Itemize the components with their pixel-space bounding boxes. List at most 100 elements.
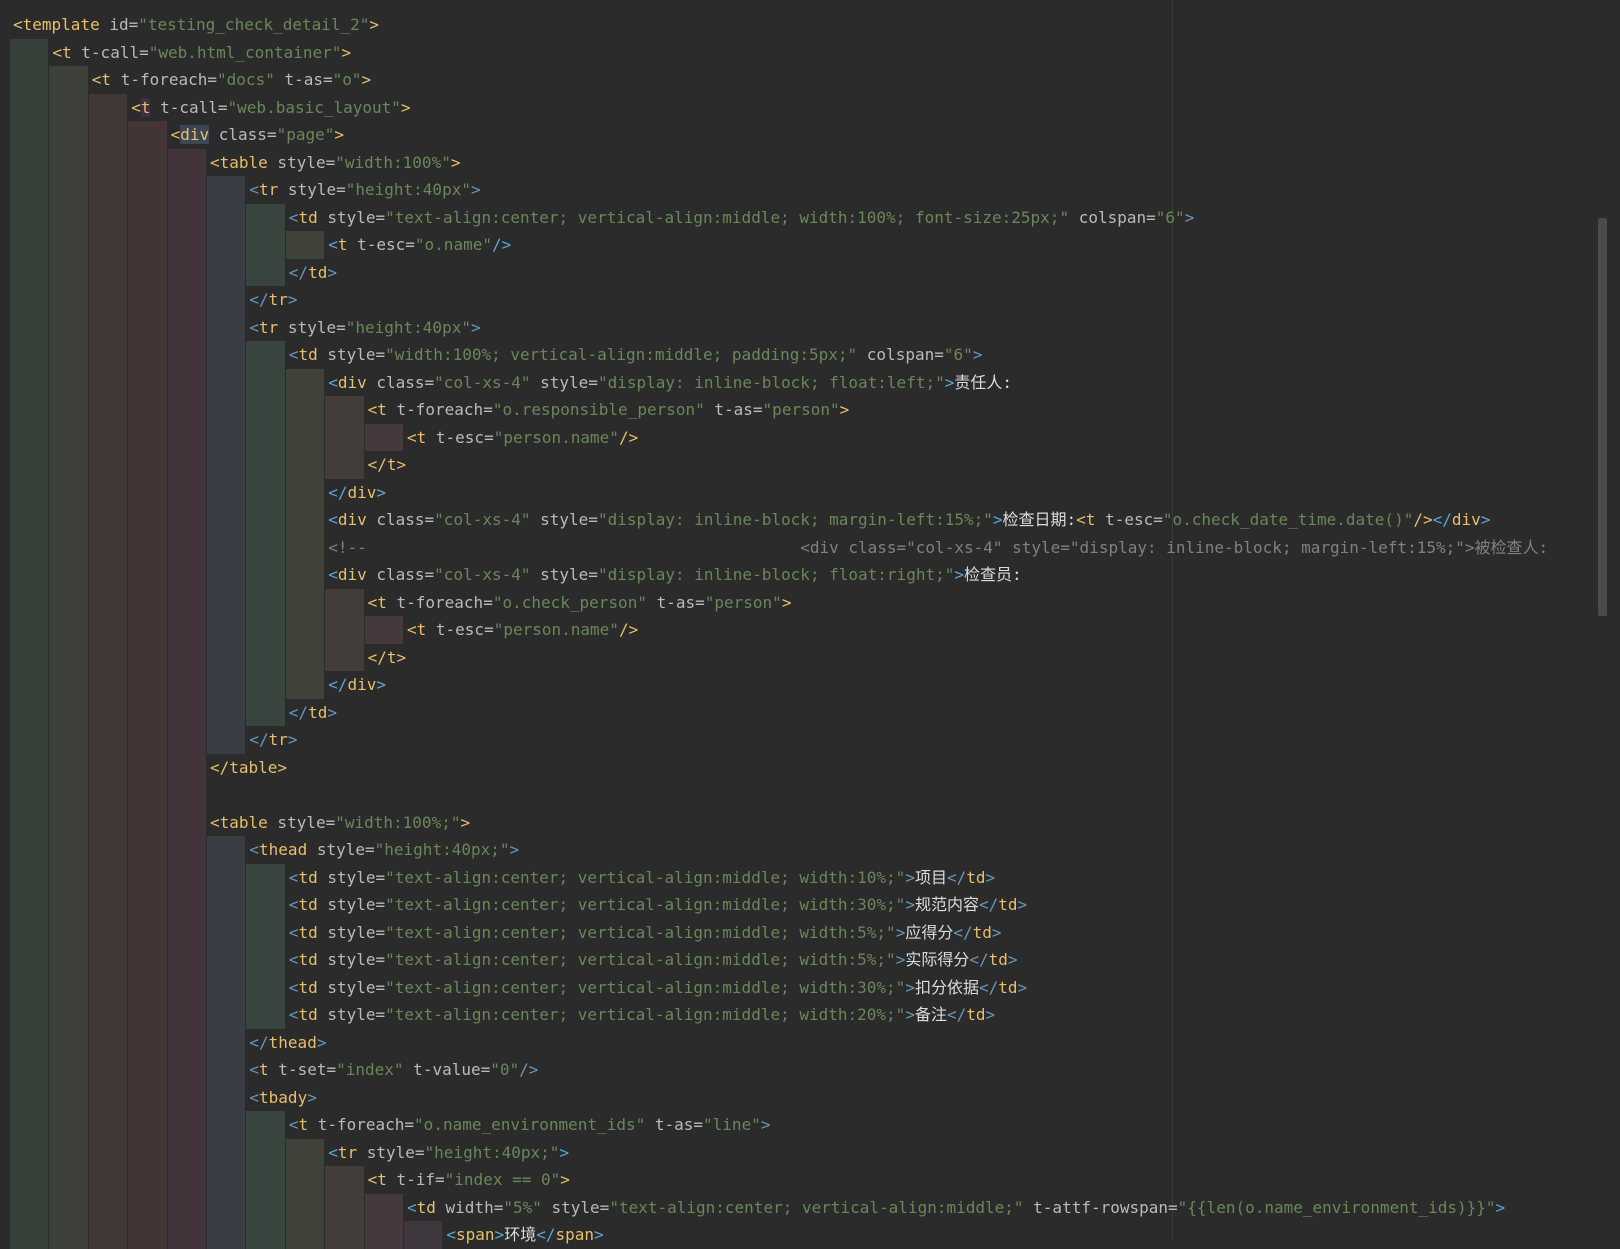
code-token: "text-align:center; vertical-align:middl…	[385, 950, 896, 969]
code-line[interactable]: <table style="width:100%;">	[210, 809, 470, 837]
code-token: <	[446, 1225, 457, 1244]
code-line[interactable]: <tr style="height:40px;">	[328, 1139, 569, 1167]
code-token: >	[1184, 207, 1195, 227]
code-line[interactable]: </tr>	[249, 726, 297, 754]
code-line[interactable]: <div class="col-xs-4" style="display: in…	[328, 561, 1021, 589]
code-line[interactable]: <t t-foreach="o.responsible_person" t-as…	[368, 396, 850, 424]
code-line[interactable]: </tr>	[249, 286, 297, 314]
code-line[interactable]: <tr style="height:40px">	[249, 176, 480, 204]
code-token: style=	[530, 510, 598, 529]
code-token: "display: inline-block; float:left;"	[597, 372, 945, 392]
code-token: >	[334, 125, 345, 144]
code-line[interactable]: <t t-set="index" t-value="0"/>	[249, 1056, 538, 1084]
code-token: <	[288, 345, 299, 364]
indent-guide	[285, 368, 325, 699]
code-line[interactable]: <td style="text-align:center; vertical-a…	[289, 919, 1002, 947]
code-line[interactable]: <template id="testing_check_detail_2">	[13, 11, 379, 39]
vertical-scrollbar[interactable]	[1600, 0, 1620, 1239]
code-line[interactable]: <td style="text-align:center; vertical-a…	[289, 1001, 995, 1029]
code-token: style=	[317, 1005, 386, 1024]
indent-guide	[285, 231, 325, 259]
code-token: "o.name_environment_ids"	[414, 1115, 646, 1134]
indent-guide	[246, 341, 285, 726]
code-line[interactable]: </div>	[328, 671, 386, 699]
code-token: "o.check_person"	[492, 592, 647, 612]
code-token: >	[972, 345, 983, 364]
code-line[interactable]: <t t-esc="person.name"/>	[407, 424, 638, 452]
code-token: </	[969, 950, 989, 969]
code-token: style=	[267, 812, 336, 832]
code-line[interactable]: </td>	[289, 699, 337, 727]
code-line[interactable]: <span>环境</span>	[446, 1221, 603, 1249]
code-token: "text-align:center; vertical-align:middl…	[385, 207, 1070, 227]
code-token: />	[491, 235, 512, 254]
code-line[interactable]: <t t-esc="person.name"/>	[407, 616, 638, 644]
code-token: "text-align:center; vertical-align:middl…	[385, 977, 906, 997]
code-token: >	[1007, 950, 1018, 969]
code-token: </	[328, 482, 348, 502]
code-line[interactable]: <t t-foreach="docs" t-as="o">	[92, 66, 371, 94]
code-token: </	[946, 1005, 967, 1024]
code-token: <t	[91, 70, 112, 89]
code-token: <t	[52, 42, 72, 62]
code-line[interactable]: </table>	[210, 754, 287, 782]
code-line[interactable]: <t t-foreach="o.name_environment_ids" t-…	[289, 1111, 771, 1139]
code-token: >	[369, 15, 380, 34]
code-line[interactable]: <div class="col-xs-4" style="display: in…	[328, 506, 1490, 534]
code-line[interactable]: <t t-call="web.basic_layout">	[131, 94, 411, 122]
code-line[interactable]: <div class="col-xs-4" style="display: in…	[328, 369, 1012, 397]
code-token: 责任人:	[954, 372, 1012, 392]
code-token: td	[966, 1005, 986, 1024]
code-line[interactable]: <td style="text-align:center; vertical-a…	[289, 974, 1027, 1002]
indent-guide	[10, 38, 49, 1249]
code-line[interactable]: <t t-call="web.html_container">	[52, 39, 351, 67]
code-line[interactable]: <div class="page">	[171, 121, 344, 149]
code-token: style=	[278, 180, 346, 199]
code-line[interactable]: <tbady>	[249, 1084, 316, 1112]
scrollbar-thumb[interactable]	[1598, 218, 1607, 616]
code-token: "height:40px;"	[374, 840, 510, 859]
code-line[interactable]: <t t-foreach="o.check_person" t-as="pers…	[368, 589, 792, 617]
code-token: "text-align:center; vertical-align:middl…	[609, 1197, 1024, 1217]
code-line[interactable]: <table style="width:100%">	[210, 149, 460, 177]
code-line[interactable]: <t t-if="index == 0">	[368, 1166, 570, 1194]
code-token: >	[985, 1005, 996, 1024]
code-line[interactable]: </td>	[289, 259, 337, 287]
indent-guide	[364, 1193, 403, 1249]
code-token: class=	[366, 565, 435, 584]
code-token: t-if=	[386, 1170, 445, 1189]
code-line[interactable]: <td style="width:100%; vertical-align:mi…	[289, 341, 983, 369]
code-token: "o.responsible_person"	[492, 400, 705, 419]
code-line[interactable]: <t t-esc="o.name"/>	[328, 231, 511, 259]
code-editor[interactable]: <template id="testing_check_detail_2"> <t…	[0, 0, 1600, 1249]
code-token: div	[337, 510, 367, 529]
code-line[interactable]: <td style="text-align:center; vertical-a…	[289, 204, 1195, 232]
code-line[interactable]: <tr style="height:40px">	[249, 314, 480, 342]
code-line[interactable]: </t>	[368, 451, 407, 479]
code-token: td	[308, 702, 328, 722]
code-token: />	[618, 427, 639, 447]
indent-guide	[325, 396, 364, 479]
code-token: >	[905, 895, 915, 914]
code-line[interactable]: </t>	[368, 644, 407, 672]
code-token: "person"	[762, 400, 840, 419]
code-line[interactable]: <!-- <div class="col-xs-4" style="displa…	[328, 534, 1548, 562]
code-token: </	[978, 895, 999, 914]
code-line[interactable]: <td style="text-align:center; vertical-a…	[289, 891, 1027, 919]
code-line[interactable]: <td style="text-align:center; vertical-a…	[289, 946, 1018, 974]
code-token: <	[328, 1142, 338, 1162]
code-token: td	[966, 867, 986, 887]
code-line[interactable]: <td style="text-align:center; vertical-a…	[289, 864, 995, 892]
code-line[interactable]: <td width="5%" style="text-align:center;…	[407, 1194, 1505, 1222]
code-token: "person"	[704, 592, 782, 612]
code-token: >	[287, 730, 298, 749]
code-token: t-call=	[150, 97, 228, 117]
code-line[interactable]: <thead style="height:40px;">	[249, 836, 519, 864]
code-token: "width:100%"	[335, 152, 451, 172]
code-token: "page"	[276, 125, 335, 144]
code-line[interactable]: </div>	[328, 479, 386, 507]
code-token: tr	[337, 1142, 358, 1162]
code-line[interactable]: </thead>	[249, 1029, 326, 1057]
code-token: >	[1017, 895, 1028, 914]
code-token: </	[288, 262, 309, 282]
